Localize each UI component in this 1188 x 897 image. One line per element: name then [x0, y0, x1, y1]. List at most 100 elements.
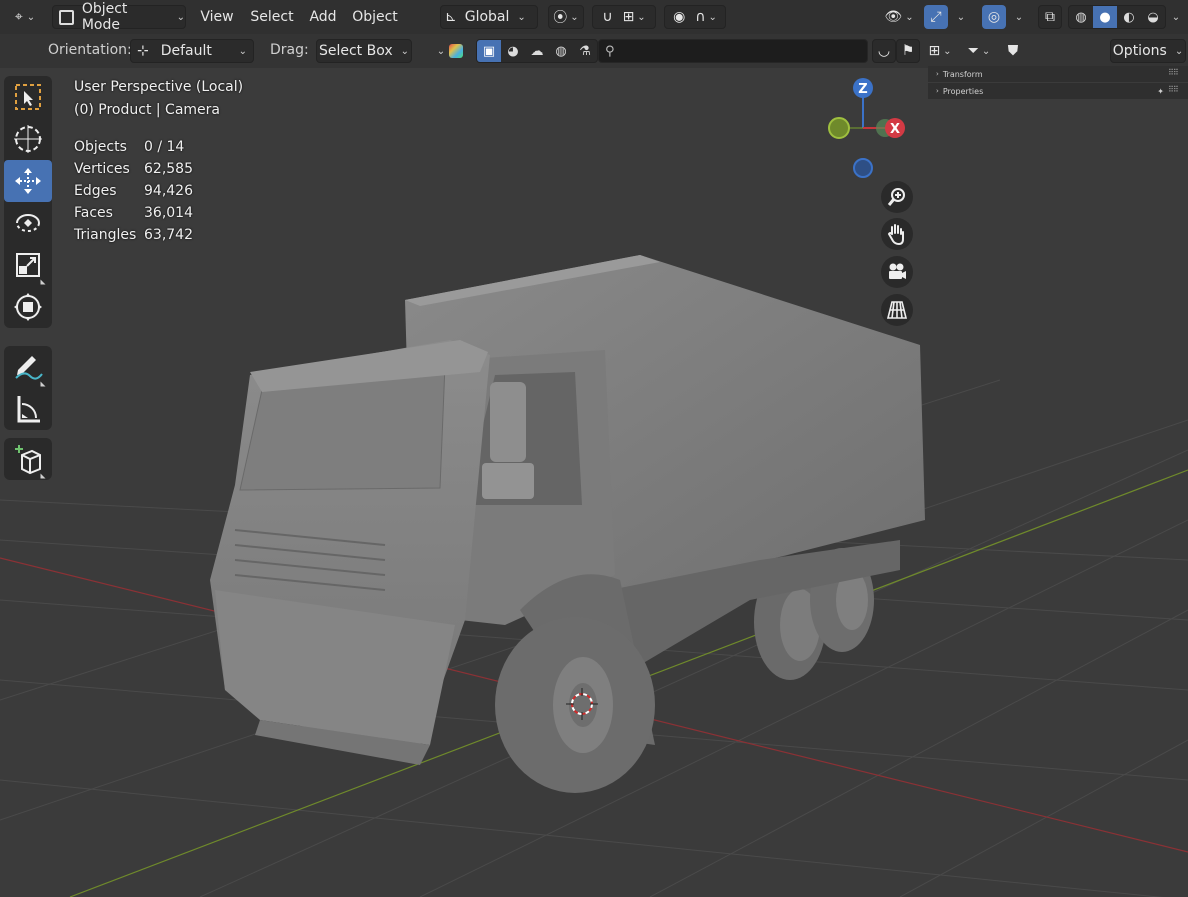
- rendered-shading-icon[interactable]: ◒: [1141, 6, 1165, 28]
- viewport-header: ⌖ ⌄ Object Mode ⌄ View Select Add Object …: [0, 0, 1188, 34]
- select-light-icon[interactable]: ☁: [525, 40, 549, 62]
- gizmo-toggle[interactable]: ⤢: [924, 5, 948, 29]
- stat-row: Edges 94,426: [74, 183, 193, 199]
- stat-row: Faces 36,014: [74, 205, 193, 221]
- select-world-icon[interactable]: ◍: [549, 40, 573, 62]
- editor-type-icon: ⌖: [14, 9, 23, 25]
- rotate-icon: [16, 214, 40, 232]
- orientation-axes-icon: ⊾: [445, 9, 457, 25]
- gizmo-dropdown[interactable]: ⌄: [950, 5, 972, 29]
- tool-cursor[interactable]: [4, 118, 52, 160]
- solid-shading-icon[interactable]: ●: [1093, 6, 1117, 28]
- tool-measure[interactable]: [4, 388, 52, 430]
- 3d-viewport[interactable]: [0, 0, 1188, 897]
- mode-dropdown[interactable]: Object Mode ⌄: [52, 1, 186, 33]
- visibility-dropdown[interactable]: 👁 ⌄: [880, 5, 918, 29]
- orientation-dropdown[interactable]: ⊹ Default ⌄: [130, 39, 254, 63]
- default-orientation-icon: ⊹: [137, 43, 149, 59]
- tool-add-cube[interactable]: [4, 438, 52, 480]
- scene-statistics: Objects 0 / 14 Vertices 62,585 Edges 94,426…: [74, 136, 193, 246]
- options-dropdown[interactable]: Options ⌄: [1110, 39, 1186, 63]
- drag-dropdown[interactable]: Select Box ⌄: [316, 39, 412, 63]
- transform-panel-header[interactable]: › Transform: [928, 66, 1188, 82]
- tool-select-box[interactable]: [4, 76, 52, 118]
- proportional-edit-icon: ◉: [673, 9, 686, 25]
- select-brush-icon[interactable]: ⚗: [573, 40, 597, 62]
- xray-icon: ⧉: [1045, 9, 1055, 25]
- tool-annotate[interactable]: [4, 346, 52, 388]
- search-field[interactable]: ⚲: [598, 39, 868, 63]
- shield-toggle[interactable]: ⛊: [1002, 39, 1024, 63]
- tool-scale[interactable]: [4, 244, 52, 286]
- pivot-icon: ⦿: [553, 10, 568, 26]
- snap-controls[interactable]: ∪ ⊞ ⌄: [592, 5, 656, 29]
- pin-icon[interactable]: ✦: [1157, 87, 1164, 96]
- menu-view[interactable]: View: [196, 5, 238, 29]
- layout-dropdown[interactable]: ⊞ ⌄: [922, 39, 958, 63]
- falloff-curve-icon: ∩: [695, 9, 706, 25]
- properties-panel-header[interactable]: › Properties ✦: [928, 83, 1188, 99]
- menu-add[interactable]: Add: [304, 5, 342, 29]
- transform-icon: [14, 293, 42, 321]
- tool-group-transform: [4, 76, 52, 328]
- shading-modes[interactable]: ◍ ● ◐ ◒: [1068, 5, 1166, 29]
- camera-view-button[interactable]: [881, 256, 913, 288]
- proportional-editing[interactable]: ◉ ∩ ⌄: [664, 5, 726, 29]
- filter-dropdown[interactable]: ⏷ ⌄: [960, 39, 998, 63]
- eye-icon: 👁: [884, 9, 903, 25]
- orientation-label: Orientation:: [48, 42, 132, 58]
- hand-icon: [887, 224, 904, 245]
- cursor-icon: [14, 125, 42, 153]
- select-mesh-icon[interactable]: ◕: [501, 40, 525, 62]
- shield-icon: ⛊: [1007, 43, 1019, 59]
- menu-object[interactable]: Object: [348, 5, 402, 29]
- menu-select[interactable]: Select: [246, 5, 298, 29]
- tool-rotate[interactable]: [4, 202, 52, 244]
- xray-toggle[interactable]: ⧉: [1038, 5, 1062, 29]
- pivot-point-dropdown[interactable]: ⦿ ⌄: [548, 5, 584, 29]
- mode-label: Object Mode: [81, 1, 128, 33]
- shading-dropdown[interactable]: ⌄: [1166, 5, 1186, 29]
- gizmo-neg-y-icon: [828, 117, 850, 139]
- search-icon: ⚲: [605, 43, 615, 59]
- perspective-toggle-button[interactable]: [881, 294, 913, 326]
- transform-orientation-dropdown[interactable]: ⊾ Global ⌄: [440, 5, 538, 29]
- tool-move[interactable]: [4, 160, 52, 202]
- camera-icon: [889, 263, 906, 279]
- gizmo-neg-z-icon: [853, 158, 873, 178]
- curve-toggle[interactable]: ◡: [872, 39, 896, 63]
- overlays-toggle[interactable]: ◎: [982, 5, 1006, 29]
- bookmark-icon: ⚑: [901, 43, 915, 59]
- view-name: User Perspective (Local): [74, 79, 244, 95]
- gizmo-z-label: Z: [858, 82, 867, 97]
- editor-type-button[interactable]: ⌖ ⌄: [6, 5, 44, 29]
- snap-increment-icon: ⊞: [622, 9, 635, 25]
- overlays-dropdown[interactable]: ⌄: [1008, 5, 1030, 29]
- tool-group-annotate: [4, 346, 52, 430]
- navigation-gizmo[interactable]: X Z: [815, 76, 915, 186]
- gizmo-icon: ⤢: [930, 9, 942, 25]
- drag-label: Drag:: [270, 42, 309, 58]
- grid-perspective-icon: [886, 301, 908, 319]
- selectable-types[interactable]: ▣ ◕ ☁ ◍ ⚗: [476, 39, 598, 63]
- material-shading-icon[interactable]: ◐: [1117, 6, 1141, 28]
- drag-handle-icon[interactable]: ⠿⠿: [1168, 85, 1179, 94]
- drag-handle-icon[interactable]: ⠿⠿: [1168, 68, 1179, 77]
- wireframe-shading-icon[interactable]: ◍: [1069, 6, 1093, 28]
- select-box-icon[interactable]: ▣: [477, 40, 501, 62]
- select-filter-dropdown[interactable]: ⌄: [430, 39, 470, 63]
- stat-row: Vertices 62,585: [74, 161, 193, 177]
- truck-model[interactable]: [0, 0, 1188, 897]
- tool-settings-bar: Orientation: ⊹ Default ⌄ Drag: Select Bo…: [0, 34, 1188, 68]
- tool-group-add: [4, 438, 52, 480]
- collapse-arrow-icon: ›: [936, 87, 939, 95]
- measure-ruler-icon: [17, 396, 40, 423]
- pan-button[interactable]: [881, 218, 913, 250]
- add-cube-icon: [15, 445, 41, 475]
- bookmark-toggle[interactable]: ⚑: [896, 39, 920, 63]
- layout-icon: ⊞: [928, 43, 941, 59]
- collapse-arrow-icon: ›: [936, 70, 939, 78]
- tool-transform[interactable]: [4, 286, 52, 328]
- filter-icon: ⏷: [967, 43, 979, 59]
- zoom-button[interactable]: [881, 181, 913, 213]
